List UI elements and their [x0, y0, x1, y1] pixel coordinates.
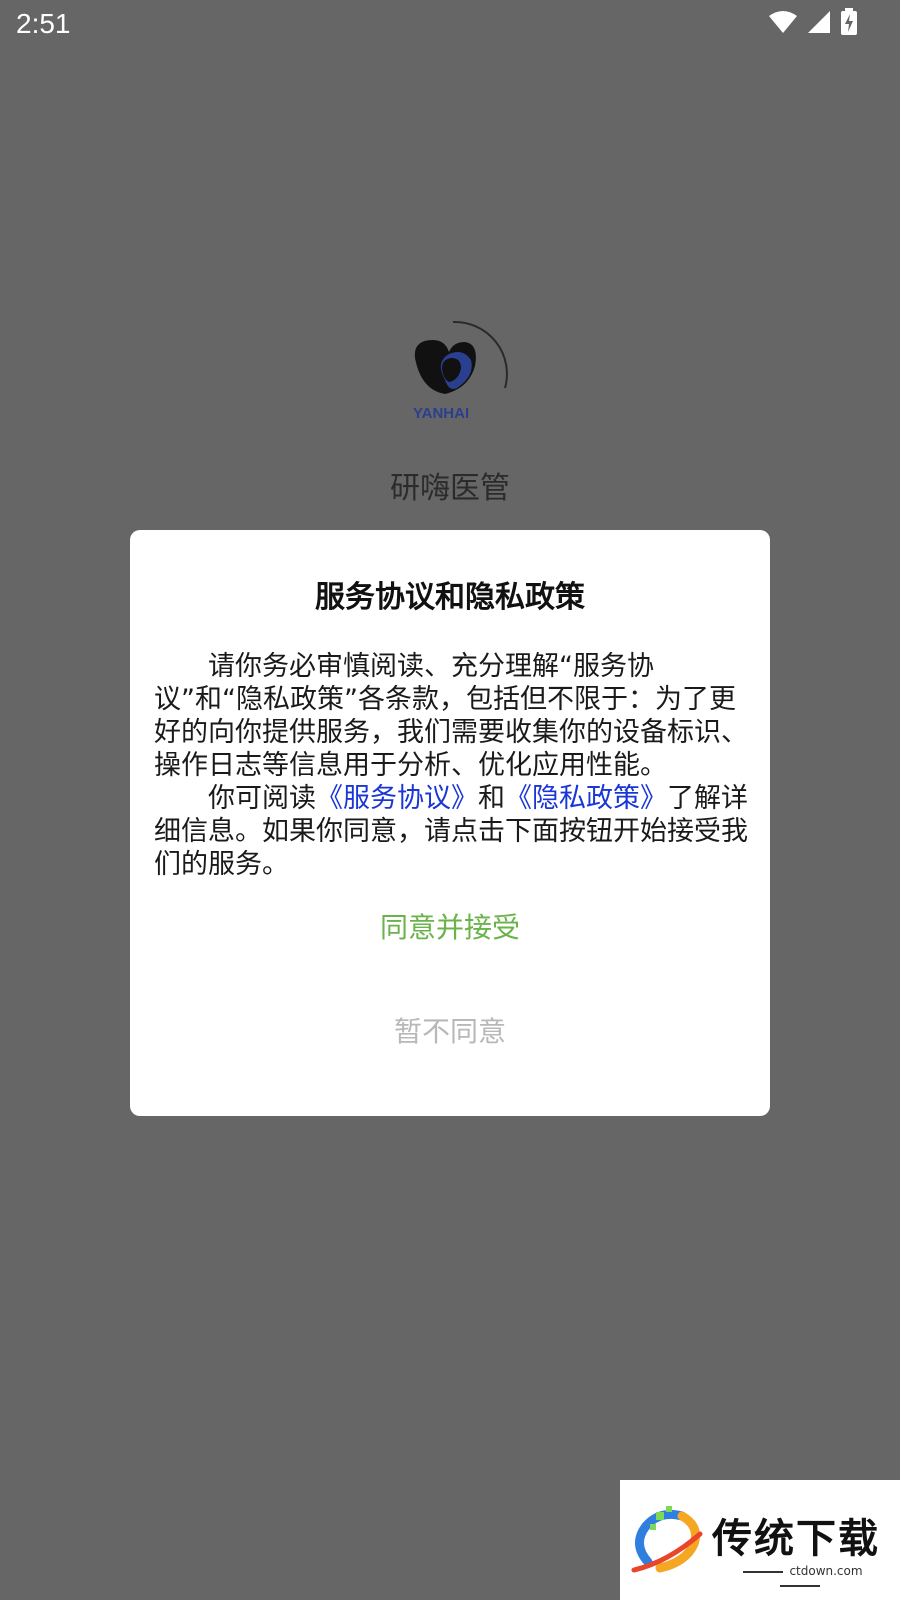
- privacy-policy-link[interactable]: 《隐私政策》: [505, 783, 667, 814]
- dialog-paragraph-1: 请你务必审慎阅读、充分理解“服务协议”和“隐私政策”各条款，包括但不限于：为了更…: [154, 651, 748, 781]
- app-logo: YANHAI: [405, 318, 517, 430]
- logo-text: YANHAI: [413, 405, 469, 422]
- disagree-button[interactable]: 暂不同意: [130, 1008, 770, 1056]
- signal-icon: [806, 10, 832, 34]
- watermark-domain: ctdown.com: [712, 1564, 888, 1592]
- service-agreement-link[interactable]: 《服务协议》: [316, 783, 478, 814]
- paragraph-2-prefix: 你可阅读: [208, 783, 316, 814]
- wifi-icon: [768, 10, 798, 34]
- watermark-badge: 传统下载 ctdown.com: [620, 1480, 900, 1600]
- dialog-title: 服务协议和隐私政策: [315, 580, 585, 615]
- agree-button[interactable]: 同意并接受: [130, 904, 770, 952]
- paragraph-2-and: 和: [478, 783, 505, 814]
- app-name: 研嗨医管: [390, 471, 510, 506]
- watermark-logo-icon: [630, 1504, 706, 1580]
- dialog-paragraph-2: 你可阅读《服务协议》和《隐私政策》了解详细信息。如果你同意，请点击下面按钮开始接…: [154, 782, 750, 881]
- battery-charging-icon: [840, 8, 858, 36]
- status-icons: [768, 8, 858, 36]
- dialog-body: 请你务必审慎阅读、充分理解“服务协议”和“隐私政策”各条款，包括但不限于：为了更…: [154, 650, 750, 881]
- privacy-dialog: 服务协议和隐私政策 请你务必审慎阅读、充分理解“服务协议”和“隐私政策”各条款，…: [130, 530, 770, 1116]
- status-time: 2:51: [16, 8, 71, 39]
- watermark-text: 传统下载: [712, 1516, 880, 1562]
- status-bar: 2:51: [0, 0, 900, 48]
